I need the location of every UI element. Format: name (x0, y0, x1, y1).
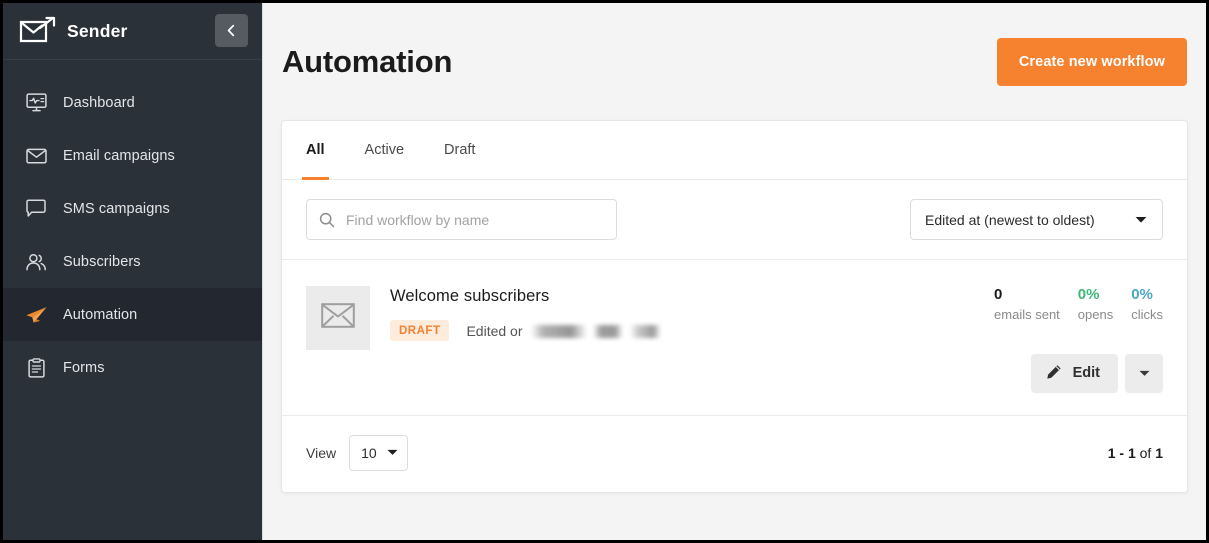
paper-plane-icon (23, 303, 49, 327)
view-group: View 10 (306, 434, 409, 471)
page-header: Automation Create new workflow (281, 3, 1188, 120)
page-title: Automation (282, 43, 453, 79)
workflow-name: Welcome subscribers (390, 287, 550, 305)
sidebar-item-email-campaigns[interactable]: Email campaigns (3, 129, 262, 182)
main-content: Automation Create new workflow All Activ… (262, 3, 1206, 540)
stat-label: clicks (1131, 306, 1163, 322)
brand-bar: Sender (3, 3, 262, 60)
stat-value: 0% (1077, 286, 1100, 303)
pagination-range-sep: of (1135, 444, 1156, 461)
search-box[interactable] (306, 199, 617, 240)
chevron-down-icon (1139, 370, 1150, 377)
search-input[interactable] (346, 211, 604, 228)
workflow-right-panel: 0 emails sent 0% opens 0% clicks Edit (994, 284, 1163, 393)
stat-label: emails sent (994, 306, 1060, 322)
app-window: Sender Dashboard Email campaigns SMS cam… (3, 3, 1206, 540)
sidebar-item-label: SMS campaigns (63, 200, 170, 217)
tab-draft[interactable]: Draft (444, 121, 475, 180)
pagination-range-total: 1 (1155, 444, 1163, 461)
status-badge: DRAFT (390, 320, 450, 341)
workflow-more-actions-button[interactable] (1125, 353, 1163, 393)
workflow-actions: Edit (1030, 353, 1163, 393)
sidebar-item-label: Dashboard (63, 94, 135, 111)
stat-clicks: 0% clicks (1131, 286, 1163, 324)
filter-row: Edited at (newest to oldest) (282, 180, 1187, 260)
sidebar-item-label: Subscribers (63, 253, 141, 270)
sidebar-item-forms[interactable]: Forms (3, 341, 262, 394)
sort-dropdown[interactable]: Edited at (newest to oldest) (910, 199, 1163, 240)
page-size-dropdown[interactable]: 10 (349, 434, 409, 471)
sidebar: Sender Dashboard Email campaigns SMS cam… (3, 3, 262, 540)
search-icon (319, 212, 335, 228)
table-row[interactable]: Welcome subscribers DRAFT Edited or 0 em… (282, 260, 1187, 416)
sidebar-collapse-button[interactable] (215, 14, 248, 47)
workflow-meta: DRAFT Edited or (390, 320, 994, 341)
sidebar-item-label: Email campaigns (63, 147, 175, 164)
envelope-arrow-logo-icon (18, 16, 58, 46)
stat-label: opens (1077, 306, 1114, 322)
sidebar-item-automation[interactable]: Automation (3, 288, 262, 341)
chevron-left-icon (225, 24, 238, 37)
envelope-icon (23, 144, 49, 168)
pagination-range: 1 - 1 of 1 (1108, 445, 1163, 461)
chevron-down-icon (387, 449, 398, 456)
people-icon (23, 250, 49, 274)
sidebar-item-subscribers[interactable]: Subscribers (3, 235, 262, 288)
workflow-info: Welcome subscribers DRAFT Edited or (390, 284, 994, 341)
monitor-icon (23, 91, 49, 115)
brand-name: Sender (67, 20, 128, 41)
sidebar-nav: Dashboard Email campaigns SMS campaigns … (3, 60, 262, 394)
edited-label-text: Edited or (466, 322, 523, 339)
workflow-stats: 0 emails sent 0% opens 0% clicks (994, 286, 1163, 324)
page-size-value: 10 (361, 444, 377, 461)
sidebar-item-dashboard[interactable]: Dashboard (3, 76, 262, 129)
sort-dropdown-value: Edited at (newest to oldest) (925, 211, 1095, 228)
tab-bar: All Active Draft (282, 121, 1187, 180)
sidebar-item-label: Automation (63, 306, 138, 323)
chevron-down-icon (1135, 216, 1147, 224)
tab-all[interactable]: All (302, 121, 328, 180)
stat-value: 0% (1131, 286, 1153, 303)
envelope-icon (321, 303, 355, 333)
stat-value: 0 (994, 286, 1003, 303)
tab-active[interactable]: Active (365, 121, 405, 180)
sidebar-item-label: Forms (63, 359, 105, 376)
stat-opens: 0% opens (1078, 286, 1113, 324)
view-label: View (306, 444, 337, 461)
card-footer: View 10 1 - 1 of 1 (282, 416, 1187, 492)
edited-label: Edited or (466, 322, 661, 339)
create-new-workflow-button[interactable]: Create new workflow (996, 37, 1187, 86)
sidebar-item-sms-campaigns[interactable]: SMS campaigns (3, 182, 262, 235)
chat-bubble-icon (23, 197, 49, 221)
workflow-thumbnail (306, 286, 370, 350)
workflow-list-card: All Active Draft Edited at (newest to ol… (281, 120, 1188, 493)
clipboard-icon (23, 356, 49, 380)
edit-button[interactable]: Edit (1030, 353, 1118, 393)
edit-button-label: Edit (1072, 365, 1100, 382)
pencil-icon (1046, 364, 1062, 383)
stat-emails-sent: 0 emails sent (994, 286, 1060, 324)
pagination-range-start: 1 - 1 (1107, 444, 1136, 461)
edited-date-redacted (530, 325, 661, 339)
